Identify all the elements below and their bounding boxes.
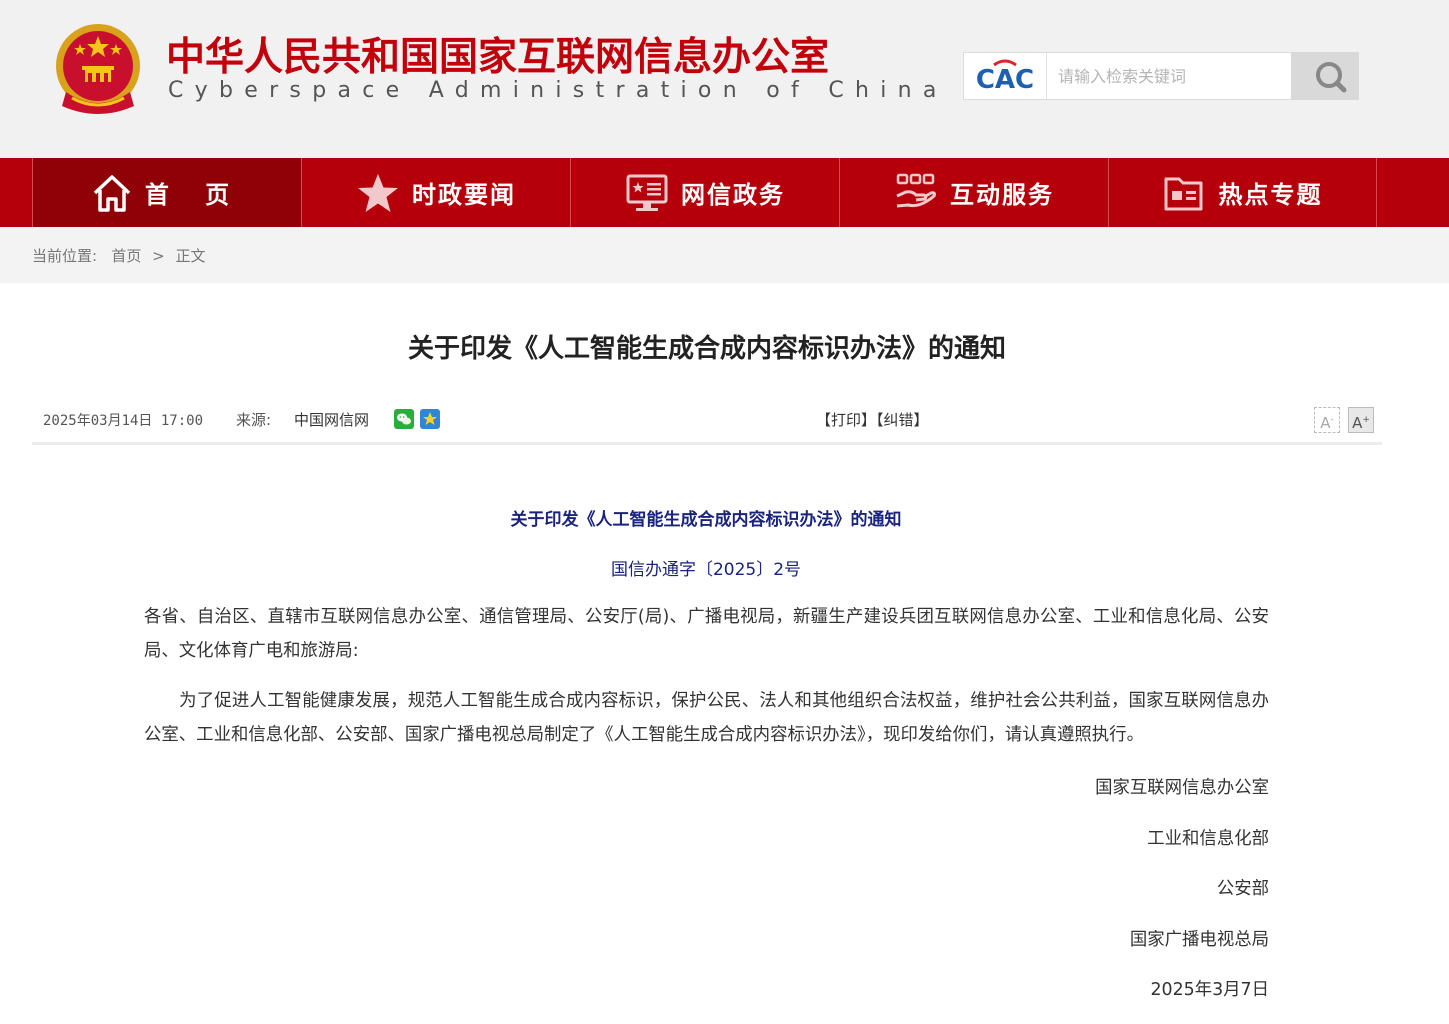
site-header: 中华人民共和国国家互联网信息办公室 Cyberspace Administrat… (0, 0, 1449, 158)
nav-item-affairs[interactable]: 网信政务 (570, 158, 839, 227)
nav-label-service: 互动服务 (950, 181, 1054, 209)
breadcrumb: 当前位置: 首页 > 正文 (32, 245, 206, 266)
nav-label-affairs: 网信政务 (681, 181, 785, 209)
breadcrumb-home-link[interactable]: 首页 (111, 247, 141, 265)
search-icon (1316, 62, 1347, 93)
body-paragraph: 为了促进人工智能健康发展，规范人工智能生成合成内容标识，保护公民、法人和其他组织… (144, 691, 1269, 745)
font-increase-button[interactable]: A+ (1348, 407, 1374, 433)
signatory-miit: 工业和信息化部 (1147, 829, 1269, 849)
signatory-nrta: 国家广播电视总局 (1129, 930, 1269, 950)
site-title: 中华人民共和国国家互联网信息办公室 (166, 35, 830, 80)
nav-item-news[interactable]: 时政要闻 (301, 158, 570, 227)
star-icon (358, 173, 398, 212)
nav-label-home: 首 页 (144, 181, 244, 209)
nav-item-service[interactable]: 互动服务 (839, 158, 1108, 227)
qzone-share-icon[interactable] (420, 409, 440, 429)
font-increase-label: A (1352, 414, 1363, 432)
nav-item-topics[interactable]: 热点专题 (1108, 158, 1377, 227)
nav-label-topics: 热点专题 (1218, 181, 1323, 209)
main-nav: 首 页 时政要闻 网信政务 互动服务 热点专题 (0, 158, 1449, 227)
addressee-paragraph: 各省、自治区、直辖市互联网信息办公室、通信管理局、公安厅(局)、广播电视局，新疆… (144, 607, 1269, 661)
cac-logo[interactable]: CAC (964, 53, 1047, 99)
hands-icon (896, 173, 937, 207)
document-heading: 关于印发《人工智能生成合成内容标识办法》的通知 (510, 510, 902, 530)
site-subtitle: Cyberspace Administration of China (168, 78, 948, 103)
sign-date: 2025年3月7日 (1150, 980, 1269, 1000)
wechat-share-icon[interactable] (394, 409, 414, 429)
signatory-mps: 公安部 (1216, 879, 1269, 899)
article-meta: 2025年03月14日 17:00 来源: 中国网信网 【打印】【纠错】 A- … (32, 398, 1382, 445)
search-button[interactable] (1291, 52, 1359, 100)
svg-text:CAC: CAC (976, 65, 1034, 95)
breadcrumb-label: 当前位置: (32, 247, 98, 265)
cac-logo-icon: CAC (976, 59, 1034, 95)
correct-link[interactable]: 【纠错】 (876, 411, 929, 429)
source-label: 来源: (236, 411, 272, 429)
breadcrumb-current: 正文 (175, 247, 206, 265)
folder-icon (1164, 177, 1202, 210)
font-decrease-label: A (1320, 414, 1331, 432)
article-actions: 【打印】【纠错】 (816, 409, 929, 430)
document-number: 国信办通字〔2025〕2号 (610, 560, 802, 580)
nav-item-home[interactable]: 首 页 (32, 158, 301, 227)
article-title: 关于印发《人工智能生成合成内容标识办法》的通知 (407, 334, 1006, 364)
nav-label-news: 时政要闻 (412, 181, 516, 209)
national-emblem-icon (56, 24, 140, 114)
breadcrumb-bar: 当前位置: 首页 > 正文 (0, 227, 1449, 283)
publish-date: 2025年03月14日 17:00 (43, 413, 204, 429)
home-icon (93, 174, 131, 212)
print-link[interactable]: 【打印】 (816, 411, 876, 429)
search-box: CAC (963, 52, 1359, 100)
source-name: 中国网信网 (294, 411, 370, 429)
search-input[interactable] (1048, 53, 1290, 99)
breadcrumb-separator: > (152, 247, 165, 265)
monitor-icon (626, 174, 668, 211)
font-decrease-button[interactable]: A- (1314, 407, 1340, 433)
signatory-cac: 国家互联网信息办公室 (1095, 778, 1269, 798)
